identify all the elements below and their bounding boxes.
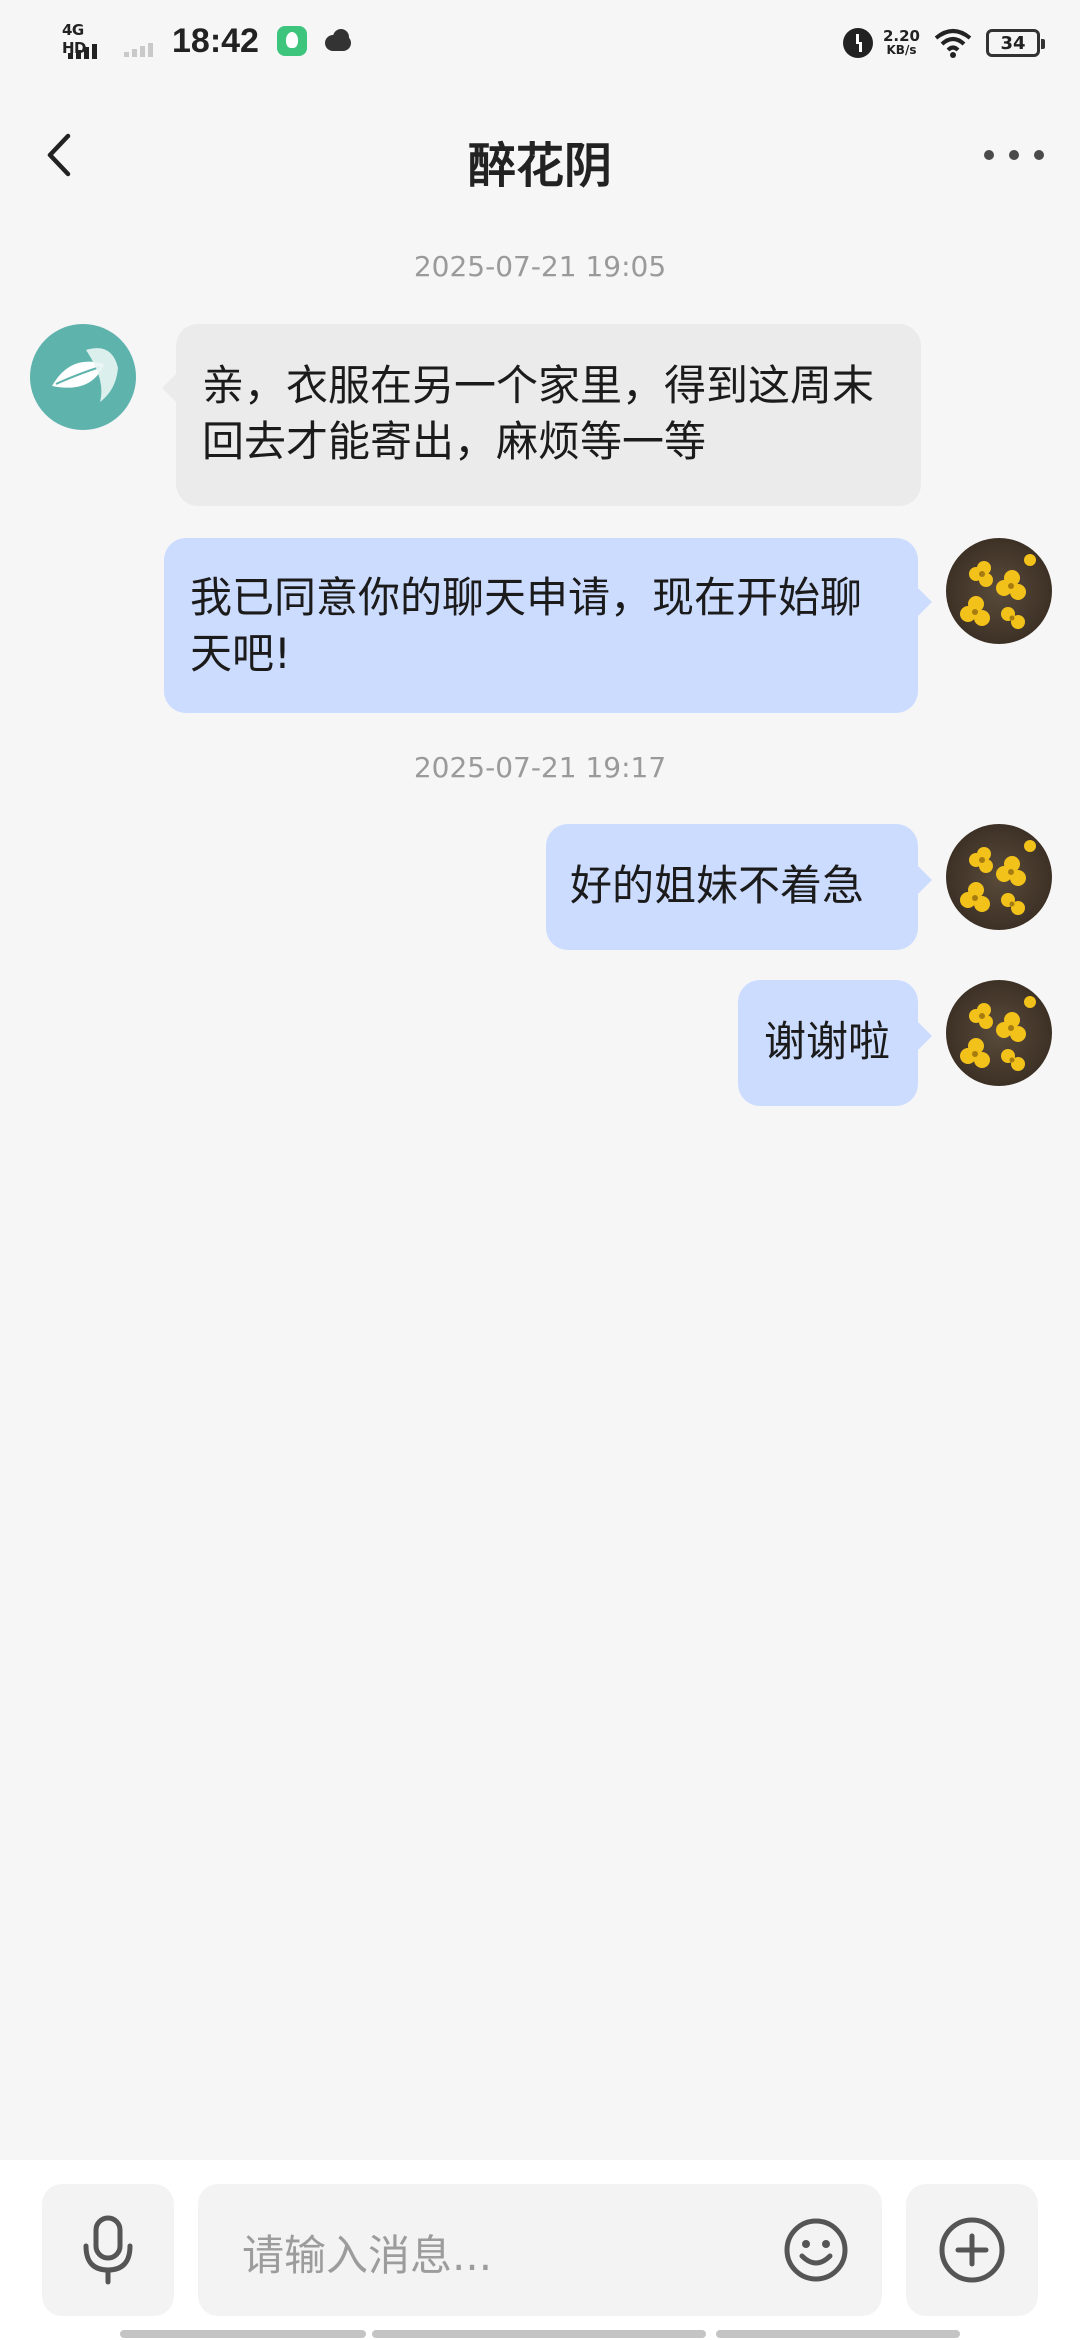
contact-avatar[interactable] [30, 324, 136, 430]
message-bubble-outgoing[interactable]: 好的姐妹不着急 [546, 824, 932, 950]
flower-icon [960, 554, 1036, 629]
signal-icon: 4G HD [62, 21, 110, 61]
input-bar: 请输入消息... [0, 2160, 1080, 2340]
chat-header: 醉花阴 [0, 110, 1080, 200]
flower-icon [960, 840, 1036, 915]
message-placeholder: 请输入消息... [242, 2231, 493, 2280]
wifi-icon [934, 28, 972, 58]
emoji-button[interactable] [780, 2214, 852, 2286]
speed-unit: KB/s [886, 43, 917, 57]
gesture-bar[interactable] [0, 2328, 1080, 2340]
microphone-icon [83, 2215, 133, 2285]
timestamp: 2025-07-21 19:17 [413, 751, 667, 784]
flower-icon [960, 996, 1036, 1071]
more-horizontal-icon [984, 150, 994, 160]
message-bubble-outgoing[interactable]: 谢谢啦 [738, 980, 932, 1106]
timestamp: 2025-07-21 19:05 [413, 250, 667, 283]
cloud-icon [321, 29, 355, 53]
status-time: 18:42 [172, 21, 259, 60]
my-avatar[interactable] [946, 538, 1052, 644]
network-speed: 2.20 KB/s [883, 29, 920, 57]
status-bar: 4G HD 18:42 2.20 KB/s 34 [0, 0, 1080, 80]
page-title: 醉花阴 [467, 138, 612, 194]
leaf-icon [52, 348, 118, 402]
voice-button[interactable] [42, 2184, 174, 2316]
more-actions-button[interactable] [906, 2184, 1038, 2316]
speed-value: 2.20 [882, 27, 920, 45]
battery-level: 34 [1000, 32, 1026, 54]
signal-secondary-icon [124, 21, 158, 61]
app-leaf-icon [276, 26, 307, 56]
status-left: 4G HD 18:42 [62, 16, 355, 66]
status-right: 2.20 KB/s 34 [842, 18, 1045, 68]
battery-icon: 34 [986, 29, 1045, 57]
message-bubble-incoming[interactable]: 亲，衣服在另一个家里，得到这周末回去才能寄出，麻烦等一等 [162, 324, 921, 506]
message-bubble-outgoing[interactable]: 我已同意你的聊天申请，现在开始聊天吧! [164, 538, 932, 713]
chat-screen: 4G HD 18:42 2.20 KB/s 34 醉花阴 2025-07-21 … [0, 0, 1080, 2340]
my-avatar[interactable] [946, 980, 1052, 1086]
alarm-icon [842, 28, 873, 58]
message-input[interactable]: 请输入消息... [198, 2184, 882, 2316]
my-avatar[interactable] [946, 824, 1052, 930]
emoji-icon [784, 2218, 848, 2282]
more-button[interactable] [984, 140, 1044, 170]
plus-circle-icon [939, 2217, 1005, 2283]
